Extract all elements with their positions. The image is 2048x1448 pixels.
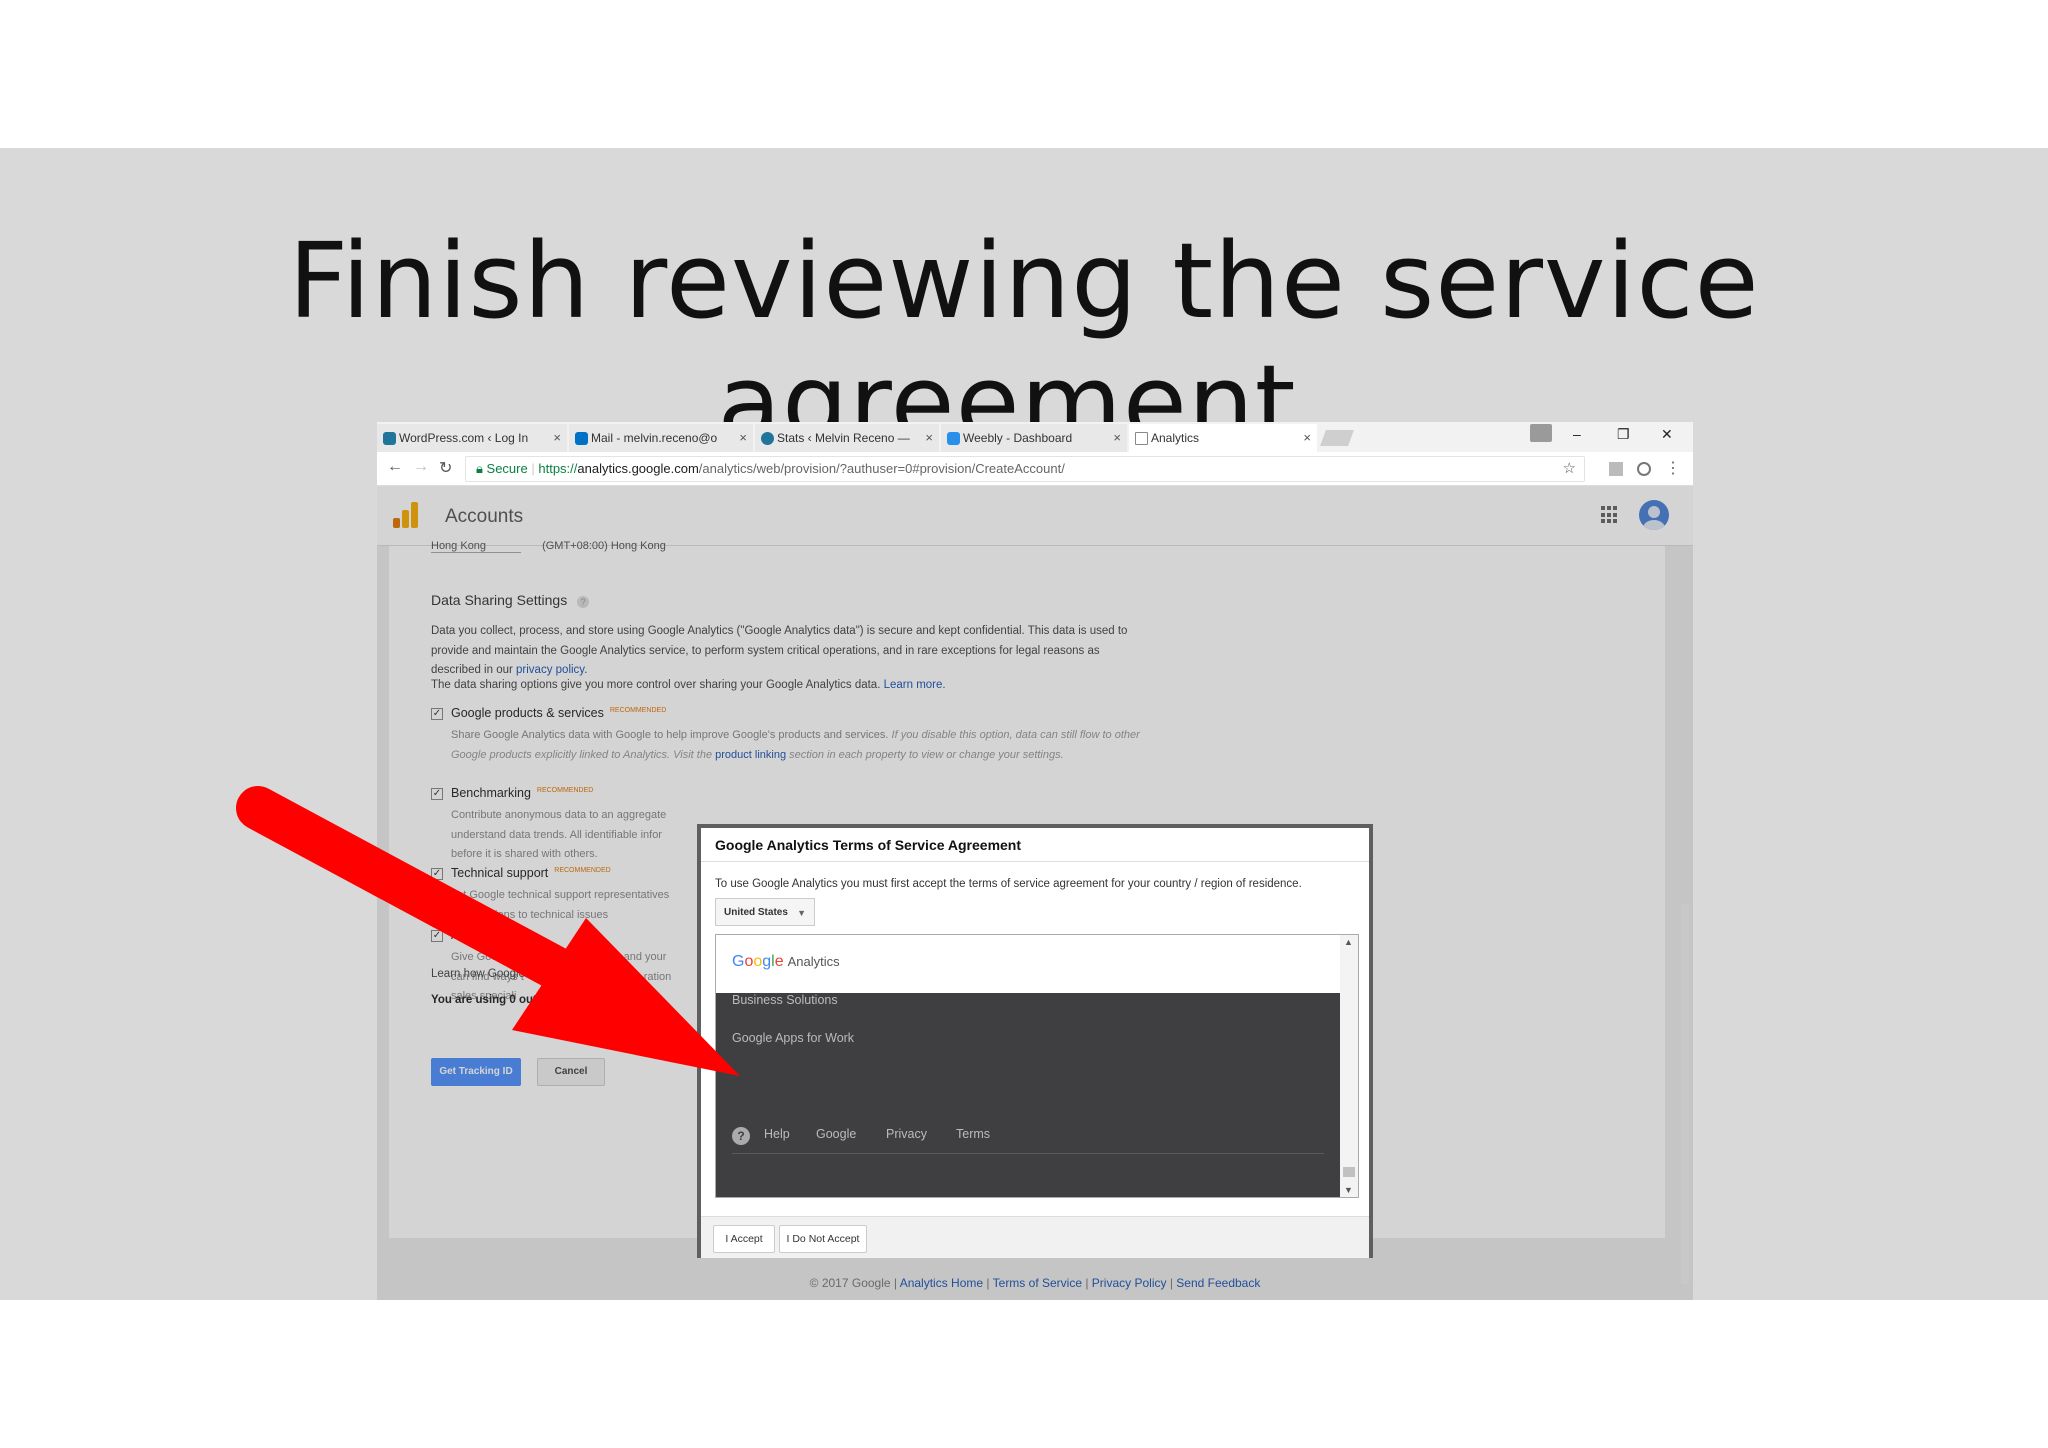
bookmark-star-icon[interactable]: ☆ [1563,457,1576,481]
dialog-title: Google Analytics Terms of Service Agreem… [701,828,1369,862]
url-host: analytics.google.com [577,461,699,476]
close-window-icon[interactable]: ✕ [1661,426,1673,443]
tab-close-icon[interactable]: × [925,430,933,445]
tab-label: Weebly - Dashboard [963,431,1073,445]
tab-wordpress[interactable]: WordPress.com ‹ Log In × [377,424,567,452]
back-icon[interactable]: ← [387,458,403,476]
tab-close-icon[interactable]: × [553,430,561,445]
lock-icon: 🔒︎ [476,461,487,476]
tab-close-icon[interactable]: × [1113,430,1121,445]
analytics-page: Accounts Hong Kong (GMT+08:00) Hong Kong… [377,486,1693,1300]
tab-label: Analytics [1151,431,1200,445]
profile-icon[interactable] [1530,424,1552,442]
google-link[interactable]: Google [816,1127,856,1141]
weebly-icon [947,432,960,445]
wordpress-icon [383,432,396,445]
tab-close-icon[interactable]: × [739,430,747,445]
business-solutions-link[interactable]: Business Solutions [732,993,838,1007]
tab-stats[interactable]: Stats ‹ Melvin Receno — × [755,424,939,452]
terms-link[interactable]: Terms [956,1127,990,1141]
decline-button[interactable]: I Do Not Accept [779,1225,867,1253]
terms-of-service-dialog: Google Analytics Terms of Service Agreem… [697,824,1373,1258]
accept-button[interactable]: I Accept [713,1225,775,1253]
url-input[interactable]: 🔒︎ Secure | https://analytics.google.com… [465,456,1585,482]
menu-dots-icon[interactable]: ⋮ [1665,458,1681,478]
wordpress-icon [761,432,774,445]
url-scheme: https:// [538,461,578,476]
secure-label: Secure [486,461,528,476]
extension-settings-icon[interactable] [1637,462,1651,476]
tab-weebly[interactable]: Weebly - Dashboard × [941,424,1127,452]
new-tab-button[interactable] [1320,430,1354,446]
tab-analytics[interactable]: Analytics × [1129,424,1317,452]
google-apps-link[interactable]: Google Apps for Work [732,1031,854,1045]
help-icon[interactable]: ? [732,1127,750,1145]
tab-close-icon[interactable]: × [1303,430,1311,445]
dialog-intro: To use Google Analytics you must first a… [715,878,1302,890]
restore-icon[interactable]: ❐ [1617,426,1630,443]
tab-label: WordPress.com ‹ Log In [399,431,529,445]
browser-window: WordPress.com ‹ Log In × Mail - melvin.r… [377,422,1693,1300]
forward-icon[interactable]: → [413,458,429,476]
country-select[interactable]: United States ▼ [715,898,815,926]
tos-scrollbar[interactable]: ▲ ▼ [1340,935,1358,1197]
tab-label: Mail - melvin.receno@o [591,431,718,445]
tab-label: Stats ‹ Melvin Receno — [777,431,910,445]
page-icon [1135,432,1148,445]
minimize-icon[interactable]: – [1573,426,1581,442]
page-scrollbar[interactable] [1681,904,1689,1284]
caret-down-icon: ▼ [797,908,806,918]
scroll-up-icon[interactable]: ▲ [1344,937,1353,947]
url-path: /analytics/web/provision/?authuser=0#pro… [698,461,1065,476]
google-analytics-logo: Google Analytics [732,953,840,970]
address-bar: ← → ↻ 🔒︎ Secure | https://analytics.goog… [377,452,1693,486]
tab-strip: WordPress.com ‹ Log In × Mail - melvin.r… [377,422,1693,452]
outlook-icon [575,432,588,445]
divider [732,1153,1324,1154]
extension-icon[interactable] [1609,462,1623,476]
help-link[interactable]: Help [764,1127,790,1141]
privacy-link[interactable]: Privacy [886,1127,927,1141]
tos-footer-area: Business Solutions Google Apps for Work … [716,993,1340,1197]
reload-icon[interactable]: ↻ [439,458,452,478]
tos-document-frame[interactable]: Google Analytics Business Solutions Googl… [715,934,1359,1198]
scroll-down-icon[interactable]: ▼ [1344,1185,1353,1195]
tab-mail[interactable]: Mail - melvin.receno@o × [569,424,753,452]
scroll-thumb[interactable] [1343,1167,1355,1177]
dialog-actions: I Accept I Do Not Accept [701,1216,1369,1258]
